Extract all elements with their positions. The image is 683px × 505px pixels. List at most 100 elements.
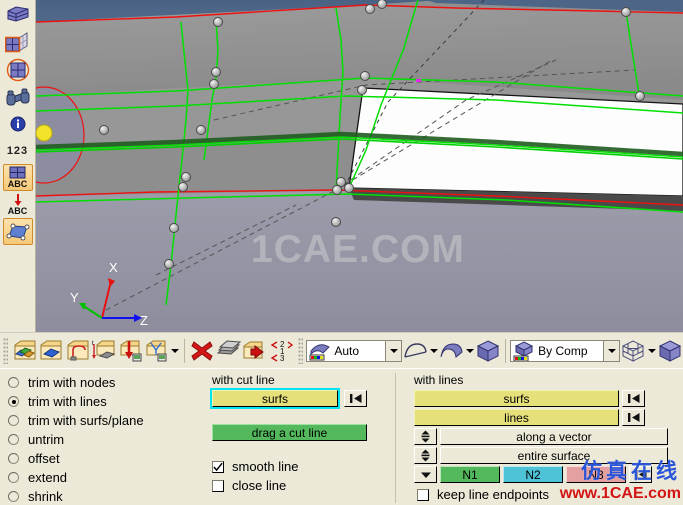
radio-row-untrim[interactable]: untrim <box>0 430 196 449</box>
tool-spline-surface[interactable] <box>64 336 91 366</box>
toolbar-separator-2 <box>505 338 507 363</box>
along-vector-spinner[interactable] <box>414 428 437 445</box>
checkbox-row-close-line[interactable]: close line <box>212 476 380 495</box>
radio-row-shrink[interactable]: shrink <box>0 487 196 505</box>
node-selector-dropdown[interactable] <box>414 466 437 483</box>
tool-cube-shade[interactable] <box>475 336 502 366</box>
node-button-n3[interactable]: N3 <box>566 466 626 483</box>
keep-line-endpoints-checkbox[interactable] <box>417 488 429 501</box>
updown-icon <box>421 430 430 443</box>
left-toolbar: 123 ABC ABC <box>0 0 36 332</box>
application-window: 123 ABC ABC X Y Z 1CAE.COM t 2 1 3 Auto … <box>0 0 683 505</box>
tool-solid-cube[interactable] <box>656 336 683 366</box>
radio-icon[interactable] <box>8 396 19 407</box>
left-tool-mesh-grid[interactable] <box>3 29 33 56</box>
toolbar-grip-2[interactable] <box>298 337 304 364</box>
radio-row-extend[interactable]: extend <box>0 468 196 487</box>
tool-surface-shade[interactable] <box>439 336 466 366</box>
left-tool-arrow-abc[interactable]: ABC <box>3 191 33 218</box>
axis-label-x: X <box>109 260 118 275</box>
left-tool-binoculars[interactable] <box>3 83 33 110</box>
radio-label: trim with surfs/plane <box>28 413 144 428</box>
cut-line-rewind-button[interactable] <box>344 390 367 407</box>
rewind-icon <box>627 394 639 403</box>
with-lines-lines-button[interactable]: lines <box>414 409 619 426</box>
tool-project-surface[interactable] <box>117 336 144 366</box>
midsurface-icon <box>216 339 242 355</box>
radio-icon[interactable] <box>8 434 19 445</box>
updown-icon <box>421 449 430 462</box>
mesh-abc-icon <box>9 166 26 179</box>
renumber-icon: 2 1 3 <box>270 340 293 362</box>
mesh-cube-icon <box>7 5 28 22</box>
normals-combo-value: Auto <box>334 343 360 358</box>
radio-row-offset[interactable]: offset <box>0 449 196 468</box>
tool-wireframe-cube[interactable] <box>620 336 647 366</box>
entire-surface-spinner[interactable] <box>414 447 437 464</box>
left-tool-surface-patch[interactable] <box>2 218 33 245</box>
left-tool-mesh-abc[interactable]: ABC <box>2 164 33 191</box>
tool-drag-surface[interactable]: t <box>91 336 118 366</box>
close-line-checkbox[interactable] <box>212 479 224 492</box>
with-lines-node-rewind[interactable] <box>629 466 652 483</box>
color-by-comp-icon <box>513 340 534 361</box>
tool-midsurface[interactable] <box>216 336 243 366</box>
graphics-viewport[interactable]: X Y Z 1CAE.COM <box>36 0 683 332</box>
left-tool-mesh-circle[interactable] <box>3 56 33 83</box>
chevron-down-icon <box>420 472 431 478</box>
node-button-n2[interactable]: N2 <box>503 466 563 483</box>
radio-label: offset <box>28 451 60 466</box>
surface-normals-combo[interactable]: Auto <box>306 339 403 362</box>
left-tool-numbers[interactable]: 123 <box>3 137 33 164</box>
radio-icon[interactable] <box>8 472 19 483</box>
trim-mode-list: trim with nodes trim with lines trim wit… <box>0 373 196 505</box>
tool-ruled-surface[interactable] <box>144 336 171 366</box>
radio-row-trim-with-lines[interactable]: trim with lines <box>0 392 196 411</box>
radio-row-trim-with-nodes[interactable]: trim with nodes <box>0 373 196 392</box>
along-vector-button[interactable]: along a vector <box>440 428 668 445</box>
chevron-down-icon <box>647 348 656 353</box>
node-button-n1[interactable]: N1 <box>440 466 500 483</box>
tool-create-surfaces[interactable] <box>11 336 38 366</box>
tool-defeature[interactable] <box>242 336 269 366</box>
chevron-down-icon <box>171 348 180 353</box>
radio-icon[interactable] <box>8 377 19 388</box>
geometry-toolbar: t 2 1 3 Auto By Comp <box>0 332 683 368</box>
color-mode-combo[interactable]: By Comp <box>510 339 621 362</box>
mesh-abc-label: ABC <box>7 179 28 189</box>
tool-surface-edge-dropdown[interactable] <box>429 336 439 366</box>
radio-row-trim-with-surfs-plane[interactable]: trim with surfs/plane <box>0 411 196 430</box>
color-mode-arrow[interactable] <box>603 340 620 361</box>
tool-surface-shade-dropdown[interactable] <box>465 336 475 366</box>
tool-wireframe-dropdown[interactable] <box>647 336 657 366</box>
entire-surface-button[interactable]: entire surface <box>440 447 668 464</box>
with-cut-line-group: with cut line surfs drag a cut line smoo… <box>210 373 380 495</box>
tool-renumber[interactable]: 2 1 3 <box>269 336 296 366</box>
radio-icon[interactable] <box>8 453 19 464</box>
with-lines-surfs-rewind[interactable] <box>622 390 645 407</box>
left-tool-mesh-cube[interactable] <box>3 2 33 29</box>
create-solid-icon <box>40 340 62 359</box>
normals-combo-arrow[interactable] <box>385 340 402 361</box>
arrow-abc-icon <box>14 194 21 206</box>
tool-ruled-dropdown[interactable] <box>170 336 180 366</box>
surface-patch-icon <box>6 223 29 240</box>
arrow-abc-label: ABC <box>7 206 28 216</box>
smooth-line-checkbox[interactable] <box>212 460 224 473</box>
drag-cut-line-button[interactable]: drag a cut line <box>212 424 367 441</box>
with-lines-surfs-button[interactable]: surfs <box>414 390 619 407</box>
radio-icon[interactable] <box>8 491 19 502</box>
tool-create-solid[interactable] <box>38 336 65 366</box>
chevron-down-icon <box>607 348 616 353</box>
radio-icon[interactable] <box>8 415 19 426</box>
left-tool-info[interactable] <box>3 110 33 137</box>
checkbox-row-smooth-line[interactable]: smooth line <box>212 457 380 476</box>
rewind-icon <box>634 470 646 479</box>
tool-surface-edge[interactable] <box>402 336 429 366</box>
cut-line-surfs-button[interactable]: surfs <box>210 388 340 409</box>
tool-delete-surface[interactable] <box>189 336 216 366</box>
with-lines-lines-rewind[interactable] <box>622 409 645 426</box>
checkbox-row-keep-line-endpoints[interactable]: keep line endpoints <box>414 485 678 504</box>
close-line-label: close line <box>232 478 287 493</box>
toolbar-grip-1[interactable] <box>3 337 9 364</box>
